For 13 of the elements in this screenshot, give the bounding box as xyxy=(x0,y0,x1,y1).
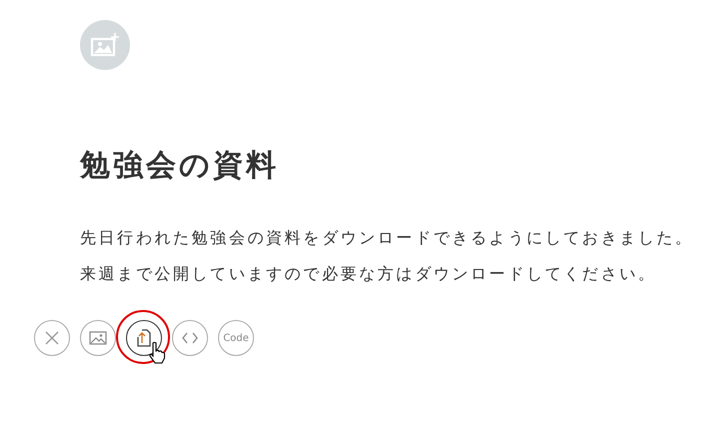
upload-file-icon xyxy=(137,329,151,347)
upload-button[interactable] xyxy=(126,320,162,356)
close-icon xyxy=(45,331,59,345)
post-body: 先日行われた勉強会の資料をダウンロードできるようにしておきました。来週まで公開していますので必要な方はダウンロードしてください。 xyxy=(80,227,695,285)
embed-button[interactable] xyxy=(172,320,208,356)
code-button[interactable]: Code xyxy=(218,320,254,356)
post-title: 勉強会の資料 xyxy=(80,147,280,185)
image-button[interactable] xyxy=(80,320,116,356)
code-brackets-icon xyxy=(182,332,198,344)
hand-cursor-icon xyxy=(148,342,166,364)
close-button[interactable] xyxy=(34,320,70,356)
image-icon xyxy=(89,331,107,345)
add-image-icon xyxy=(90,33,120,57)
